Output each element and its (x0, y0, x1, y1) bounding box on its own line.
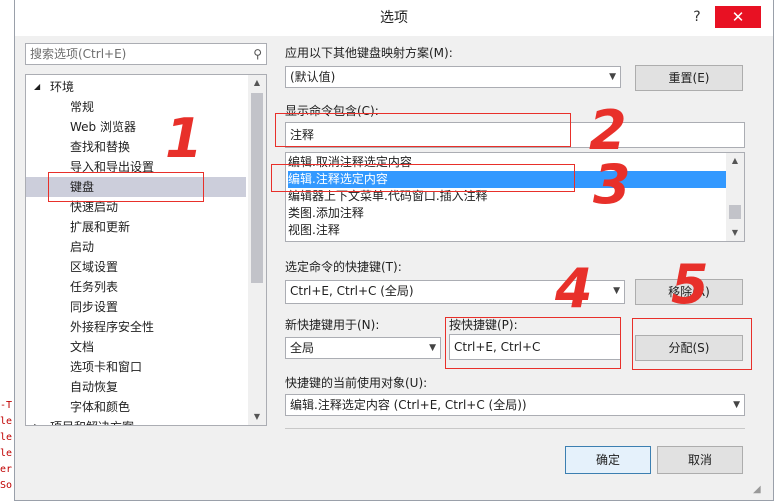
shortcuts-value: Ctrl+E, Ctrl+C (全局) (290, 284, 414, 298)
tree-root-projects[interactable]: ▷ 项目和解决方案 (26, 417, 246, 425)
tree-item-label: 启动 (70, 240, 95, 254)
tree-root-environment[interactable]: ◢ 环境 (26, 77, 246, 97)
tree-item[interactable]: 区域设置 (26, 257, 246, 277)
tree-item[interactable]: 扩展和更新 (26, 217, 246, 237)
footer-divider (285, 428, 745, 429)
chevron-down-icon: ▼ (429, 343, 436, 353)
options-tree: ◢ 环境 常规 Web 浏览器 查找和替换 导入和导出设置 键盘 快速启动 扩展… (25, 74, 267, 426)
background-code-line: -T (0, 400, 13, 411)
annotation-number-2: 2 (589, 99, 627, 162)
chevron-down-icon: ▼ (609, 72, 616, 82)
tree-item[interactable]: 同步设置 (26, 297, 246, 317)
tree-item-label: 常规 (70, 100, 95, 114)
scope-value: 全局 (290, 341, 315, 355)
options-dialog: 选项 ? ✕ 搜索选项(Ctrl+E) ⚲ ◢ 环境 常规 Web 浏览器 查找… (14, 0, 774, 501)
tree-root-label: 环境 (50, 80, 75, 94)
scope-label: 新快捷键用于(N): (285, 318, 380, 332)
expand-triangle-icon[interactable]: ▷ (34, 417, 40, 425)
annotation-box-keyboard (48, 172, 204, 202)
cancel-button[interactable]: 取消 (657, 446, 743, 474)
scope-select[interactable]: 全局 ▼ (285, 337, 441, 359)
title-bar: 选项 ? ✕ (15, 0, 773, 36)
used-by-label: 快捷键的当前使用对象(U): (285, 376, 428, 390)
ok-button[interactable]: 确定 (565, 446, 651, 474)
command-item[interactable]: 视图.注释 (288, 222, 728, 239)
background-code: -T le le le er So (0, 398, 14, 498)
tree-item-label: 查找和替换 (70, 140, 131, 154)
scroll-up-arrow-icon[interactable]: ▲ (726, 153, 744, 169)
reset-button[interactable]: 重置(E) (635, 65, 743, 91)
tree-item[interactable]: 任务列表 (26, 277, 246, 297)
search-icon: ⚲ (253, 47, 262, 61)
annotation-box-assign (632, 318, 752, 370)
annotation-number-4: 4 (555, 257, 593, 320)
annotation-box-command (271, 164, 575, 192)
tree-item-label: 字体和颜色 (70, 400, 131, 414)
resize-grip-icon[interactable]: ◢ (753, 484, 761, 495)
tree-item-label: 文档 (70, 340, 95, 354)
tree-item-label: 外接程序安全性 (70, 320, 155, 334)
chevron-down-icon: ▼ (733, 400, 740, 410)
tree-root-label: 项目和解决方案 (50, 417, 134, 425)
tree-item[interactable]: 文档 (26, 337, 246, 357)
help-button[interactable]: ? (685, 6, 709, 28)
tree-scrollbar[interactable]: ▲ ▼ (248, 75, 266, 425)
tree-item-label: 扩展和更新 (70, 220, 131, 234)
tree-item[interactable]: Web 浏览器 (26, 117, 246, 137)
background-code-line: le (0, 432, 13, 443)
tree-item-label: 区域设置 (70, 260, 119, 274)
tree-item[interactable]: 字体和颜色 (26, 397, 246, 417)
tree-item-label: 任务列表 (70, 280, 119, 294)
tree-item[interactable]: 查找和替换 (26, 137, 246, 157)
mapping-select[interactable]: (默认值) ▼ (285, 66, 621, 88)
tree-item-label: 自动恢复 (70, 380, 119, 394)
scroll-down-arrow-icon[interactable]: ▼ (248, 409, 266, 425)
search-input[interactable]: 搜索选项(Ctrl+E) ⚲ (25, 43, 267, 65)
tree-item-label: 选项卡和窗口 (70, 360, 143, 374)
background-code-line: le (0, 448, 13, 459)
mapping-label: 应用以下其他键盘映射方案(M): (285, 46, 453, 60)
tree-item[interactable]: 常规 (26, 97, 246, 117)
chevron-down-icon: ▼ (613, 286, 620, 296)
tree-item-label: Web 浏览器 (70, 120, 136, 134)
tree-item-label: 同步设置 (70, 300, 119, 314)
annotation-number-5: 5 (671, 253, 709, 316)
close-button[interactable]: ✕ (715, 6, 761, 28)
background-code-line: er (0, 464, 13, 475)
tree-item[interactable]: 外接程序安全性 (26, 317, 246, 337)
annotation-box-filter (275, 113, 571, 147)
annotation-number-1: 1 (165, 107, 203, 170)
command-list-scrollbar-thumb[interactable] (729, 205, 741, 219)
used-by-select[interactable]: 编辑.注释选定内容 (Ctrl+E, Ctrl+C (全局)) ▼ (285, 394, 745, 416)
annotation-number-3: 3 (593, 153, 631, 216)
used-by-value: 编辑.注释选定内容 (Ctrl+E, Ctrl+C (全局)) (290, 398, 527, 412)
dialog-title: 选项 (380, 10, 408, 26)
search-placeholder: 搜索选项(Ctrl+E) (30, 47, 127, 61)
tree-item[interactable]: 启动 (26, 237, 246, 257)
tree-scrollbar-thumb[interactable] (251, 93, 263, 283)
mapping-value: (默认值) (290, 70, 336, 84)
background-code-line: le (0, 416, 13, 427)
tree-item[interactable]: 自动恢复 (26, 377, 246, 397)
shortcuts-label: 选定命令的快捷键(T): (285, 260, 402, 274)
command-list-scrollbar[interactable]: ▲ ▼ (726, 153, 744, 241)
collapse-triangle-icon[interactable]: ◢ (34, 77, 40, 97)
annotation-box-keys (445, 317, 621, 369)
command-item[interactable]: 类图.添加注释 (288, 205, 728, 222)
tree-item[interactable]: 选项卡和窗口 (26, 357, 246, 377)
scroll-down-arrow-icon[interactable]: ▼ (726, 225, 744, 241)
background-code-line: So (0, 480, 13, 491)
scroll-up-arrow-icon[interactable]: ▲ (248, 75, 266, 91)
